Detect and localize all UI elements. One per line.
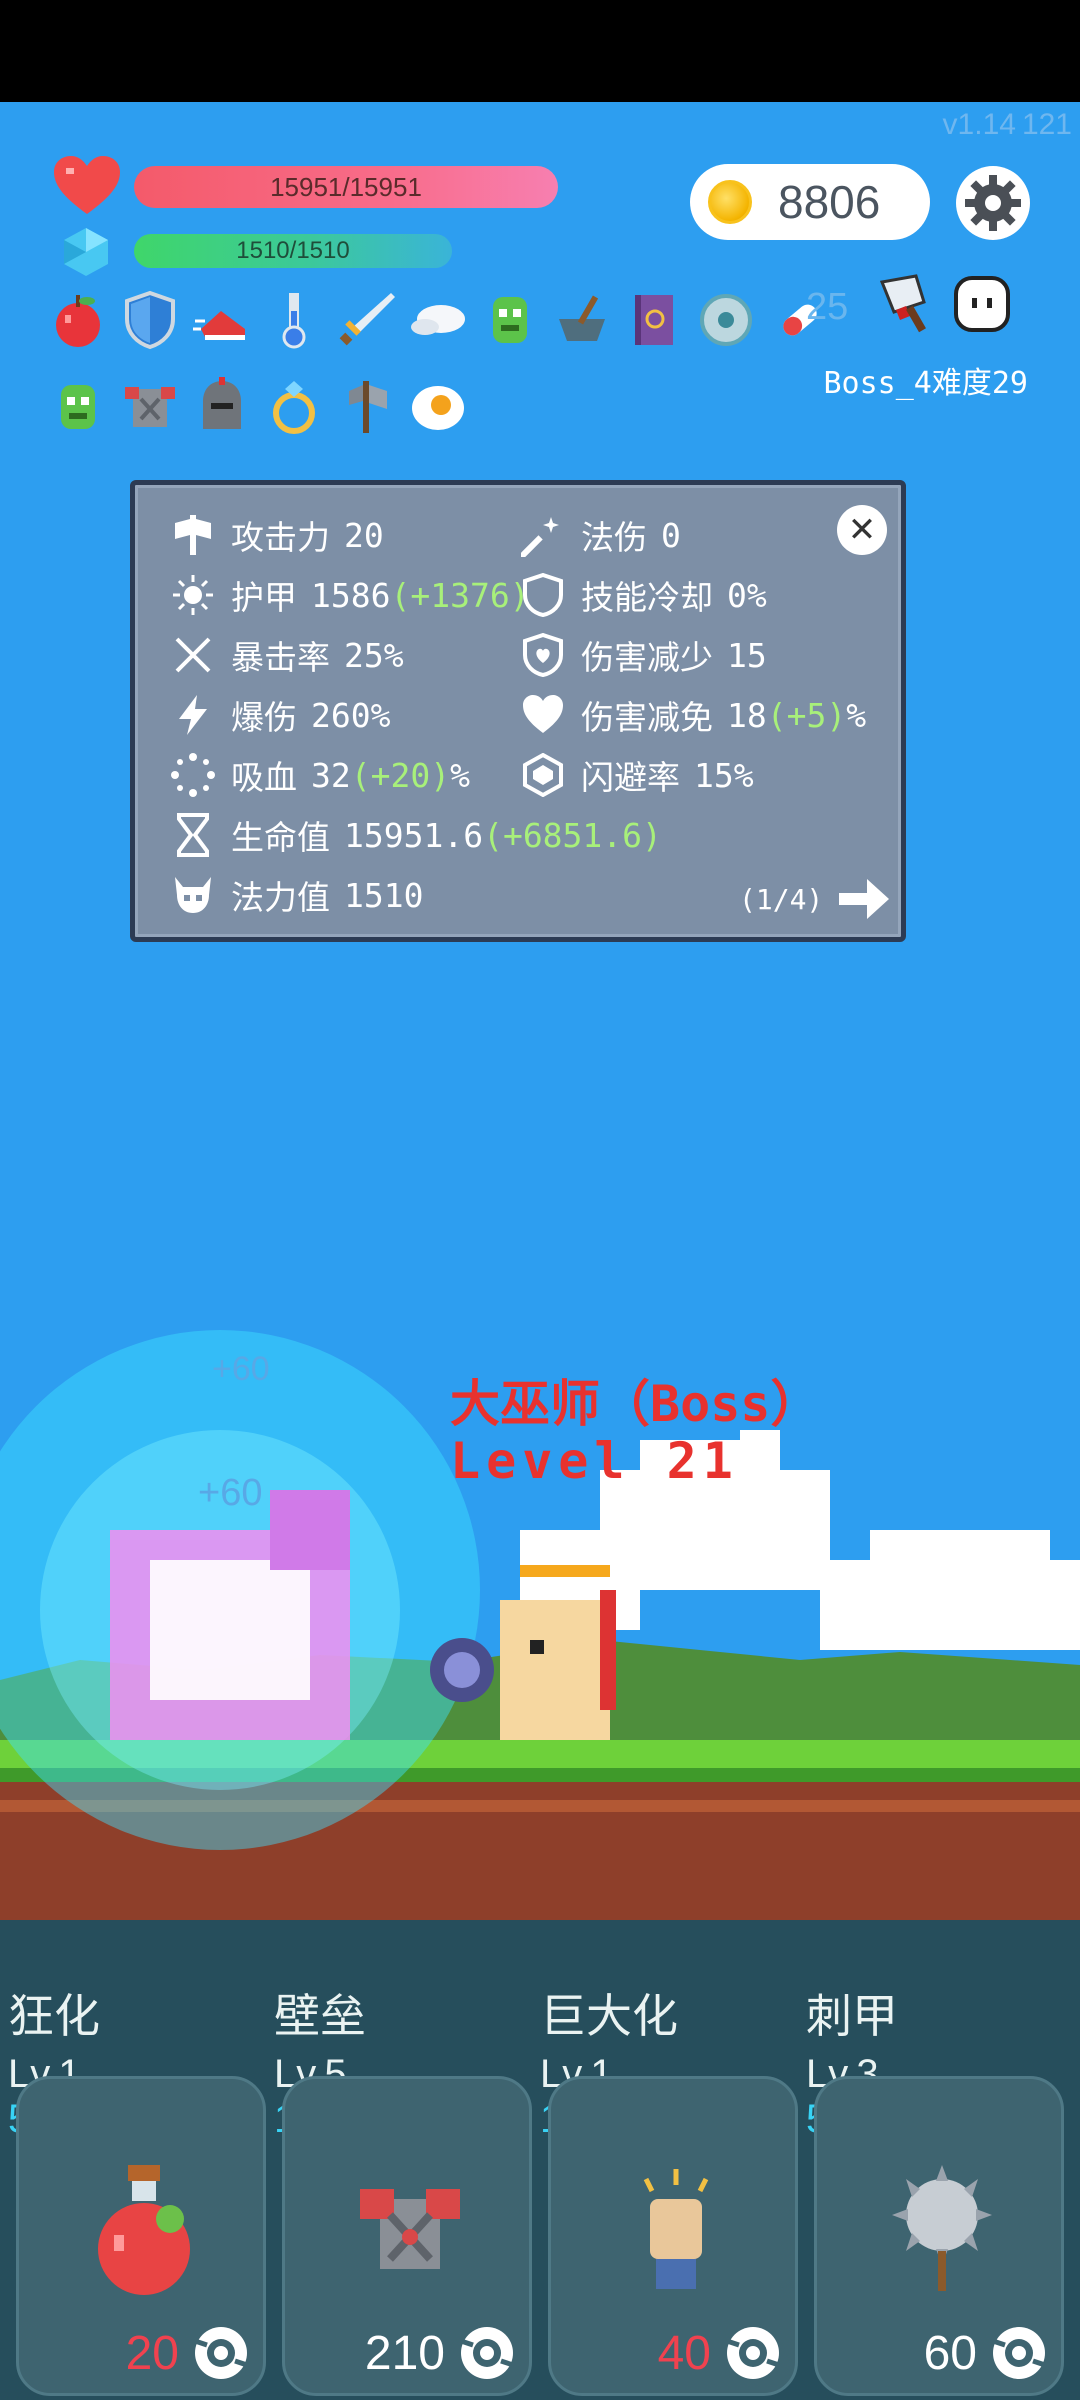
axe-icon	[349, 381, 387, 433]
close-icon: ✕	[847, 510, 877, 550]
dots-circle-icon	[171, 753, 215, 797]
coin-icon	[708, 180, 752, 224]
settings-button[interactable]	[956, 166, 1030, 240]
helmet-item[interactable]	[188, 372, 256, 440]
goblin-icon	[61, 385, 95, 429]
heart-icon	[54, 156, 120, 214]
axe-stat-icon	[175, 515, 211, 555]
red-potion-icon	[98, 2165, 190, 2295]
wand-icon	[521, 517, 559, 557]
chestplate-icon	[125, 387, 175, 427]
stat-mana: 法力值 1510	[169, 871, 423, 919]
shoe-icon	[193, 311, 245, 340]
cross-swords-icon	[175, 637, 211, 673]
heal-number: +60	[198, 1472, 263, 1514]
ring-item[interactable]	[260, 372, 328, 440]
battle-scene	[0, 1330, 1080, 1920]
wing-icon	[411, 305, 465, 335]
ring-icon	[273, 381, 315, 434]
skill-card-thorns[interactable]: 60	[814, 2076, 1064, 2396]
helmet-icon	[203, 377, 241, 429]
version-label: v1.14 121	[942, 108, 1072, 141]
inventory-row-2	[44, 372, 472, 440]
upgrade-icon	[992, 2327, 1046, 2379]
shield-heart-icon	[523, 633, 563, 677]
potion-item[interactable]	[260, 286, 328, 354]
stat-crit-rate: 暴击率 25%	[169, 631, 404, 679]
skill-card-enlarge[interactable]: 40	[548, 2076, 798, 2396]
stat-magic: 法伤 0	[519, 511, 681, 559]
stat-damage-reduce: 伤害减少 15	[519, 631, 767, 679]
inventory-row-1	[44, 286, 832, 354]
next-page-button[interactable]	[833, 869, 893, 929]
stat-attack: 攻击力 20	[169, 511, 384, 559]
boss-difficulty-label: Boss_4难度29	[823, 366, 1029, 401]
skill-card-bastion[interactable]: 210	[282, 2076, 532, 2396]
book-item[interactable]	[620, 286, 688, 354]
gear-icon	[965, 175, 1021, 231]
stat-armor: 护甲 1586 (+1376)	[169, 571, 530, 619]
thermometer-icon	[282, 293, 306, 349]
shield-item[interactable]	[116, 286, 184, 354]
upgrade-icon	[726, 2327, 780, 2379]
gem-icon	[523, 753, 563, 797]
shield-outline-icon	[523, 573, 563, 617]
stat-crit-damage: 爆伤 260%	[169, 691, 390, 739]
stat-cooldown: 技能冷却 0%	[519, 571, 767, 619]
hourglass-icon	[177, 813, 209, 857]
stats-panel: ✕ 攻击力 20 法伤 0 护甲 1586 (+1376) 技能冷却 0% 暴击率 25% …	[130, 480, 906, 942]
fist-icon	[643, 2169, 709, 2289]
mp-value: 1510/1510	[236, 237, 350, 264]
close-button[interactable]: ✕	[837, 505, 887, 555]
stat-dodge: 闪避率 15%	[519, 751, 754, 799]
cleaver-icon	[879, 274, 926, 333]
stat-life: 生命值 15951.6 (+6851.6)	[169, 811, 662, 859]
page-indicator: (1/4)	[739, 883, 824, 916]
wing-item[interactable]	[404, 286, 472, 354]
sun-icon	[173, 575, 213, 615]
goblin-item[interactable]	[44, 372, 112, 440]
status-bar	[0, 0, 1080, 102]
upgrade-icon	[194, 2327, 248, 2379]
lightning-icon	[179, 695, 207, 735]
chestplate-item[interactable]	[116, 372, 184, 440]
stat-damage-immune: 伤害减免 18 (+5)%	[519, 691, 866, 739]
item-count: 25	[806, 286, 849, 328]
coin-counter: 8806	[690, 164, 930, 240]
egg-icon	[412, 386, 464, 430]
zombie-icon	[493, 297, 527, 343]
shoe-item[interactable]	[188, 286, 256, 354]
apple-icon	[56, 295, 100, 347]
stat-lifesteal: 吸血 32 (+20)%	[169, 751, 470, 799]
boss-icons	[876, 272, 1014, 336]
heal-number: +60	[212, 1350, 270, 1388]
egg-item[interactable]	[404, 372, 472, 440]
heart-outline-icon	[523, 695, 563, 733]
shield-icon	[125, 290, 175, 350]
skull-icon	[175, 877, 211, 913]
boss-level: Level 21	[450, 1432, 739, 1490]
axe-item[interactable]	[332, 372, 400, 440]
hp-value: 15951/15951	[270, 171, 422, 202]
ghost-icon	[954, 276, 1010, 332]
armor-icon	[360, 2189, 460, 2269]
coin-value: 8806	[778, 176, 881, 228]
sword-icon	[339, 293, 395, 346]
zombie-item[interactable]	[476, 286, 544, 354]
hp-bar: 15951/15951	[134, 166, 558, 208]
disc-icon	[700, 294, 752, 346]
crystal-icon	[64, 228, 108, 276]
book-icon	[635, 295, 673, 345]
sword-item[interactable]	[332, 286, 400, 354]
disc-item[interactable]	[692, 286, 760, 354]
skill-card-berserk[interactable]: 20	[16, 2076, 266, 2396]
spiked-mace-icon	[892, 2165, 992, 2291]
boss-name: 大巫师（Boss）	[450, 1375, 821, 1433]
mp-bar: 1510/1510	[134, 234, 452, 268]
upgrade-icon	[460, 2327, 514, 2379]
mortar-item[interactable]	[548, 286, 616, 354]
apple-item[interactable]	[44, 286, 112, 354]
mortar-icon	[559, 295, 605, 341]
